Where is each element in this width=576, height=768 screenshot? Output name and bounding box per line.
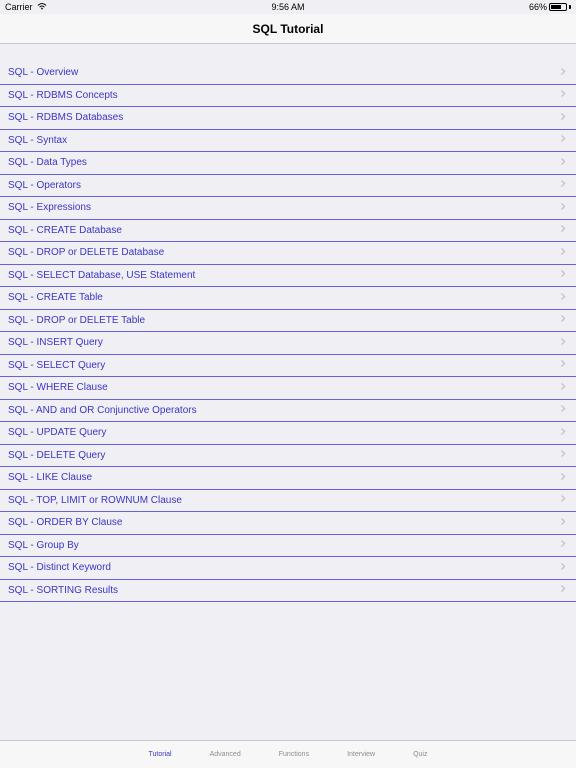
list-item-label: SQL - Expressions [8,202,91,213]
list-item-label: SQL - Distinct Keyword [8,562,111,573]
list-item[interactable]: SQL - Syntax [0,130,576,153]
chevron-right-icon [560,247,566,259]
list-item[interactable]: SQL - ORDER BY Clause [0,512,576,535]
chevron-right-icon [560,449,566,461]
chevron-right-icon [560,314,566,326]
chevron-right-icon [560,562,566,574]
list-item-label: SQL - SELECT Query [8,360,105,371]
list-item[interactable]: SQL - Operators [0,175,576,198]
list-item[interactable]: SQL - TOP, LIMIT or ROWNUM Clause [0,490,576,513]
list-item-label: SQL - Syntax [8,135,67,146]
list-item[interactable]: SQL - SELECT Database, USE Statement [0,265,576,288]
chevron-right-icon [560,224,566,236]
list-item[interactable]: SQL - DROP or DELETE Database [0,242,576,265]
chevron-right-icon [560,517,566,529]
list-item[interactable]: SQL - DELETE Query [0,445,576,468]
list-item-label: SQL - ORDER BY Clause [8,517,122,528]
chevron-right-icon [560,112,566,124]
list-item[interactable]: SQL - Expressions [0,197,576,220]
list-item[interactable]: SQL - Distinct Keyword [0,557,576,580]
nav-bar: SQL Tutorial [0,14,576,44]
list-item-label: SQL - CREATE Table [8,292,103,303]
battery-icon: 66% [529,2,571,12]
topic-list: SQL - Overview SQL - RDBMS Concepts SQL - … [0,44,576,602]
list-item[interactable]: SQL - LIKE Clause [0,467,576,490]
tab-tutorial[interactable]: Tutorial [148,751,171,758]
tab-quiz[interactable]: Quiz [413,751,427,758]
tab-advanced[interactable]: Advanced [210,751,241,758]
chevron-right-icon [560,404,566,416]
chevron-right-icon [560,134,566,146]
chevron-right-icon [560,179,566,191]
list-item-label: SQL - CREATE Database [8,225,122,236]
list-item-label: SQL - LIKE Clause [8,472,92,483]
chevron-right-icon [560,584,566,596]
list-item-label: SQL - INSERT Query [8,337,103,348]
list-item[interactable]: SQL - UPDATE Query [0,422,576,445]
list-item[interactable]: SQL - SELECT Query [0,355,576,378]
chevron-right-icon [560,427,566,439]
page-title: SQL Tutorial [253,22,324,36]
list-item[interactable]: SQL - WHERE Clause [0,377,576,400]
chevron-right-icon [560,337,566,349]
list-item[interactable]: SQL - INSERT Query [0,332,576,355]
list-item[interactable]: SQL - AND and OR Conjunctive Operators [0,400,576,423]
list-item[interactable]: SQL - Overview [0,62,576,85]
chevron-right-icon [560,382,566,394]
chevron-right-icon [560,202,566,214]
status-right: 66% [529,2,571,12]
list-item-label: SQL - TOP, LIMIT or ROWNUM Clause [8,495,182,506]
list-item-label: SQL - WHERE Clause [8,382,108,393]
list-item-label: SQL - DELETE Query [8,450,105,461]
status-left: Carrier [5,2,47,12]
list-item-label: SQL - DROP or DELETE Table [8,315,145,326]
list-item[interactable]: SQL - CREATE Database [0,220,576,243]
list-item-label: SQL - DROP or DELETE Database [8,247,164,258]
list-item-label: SQL - Data Types [8,157,87,168]
chevron-right-icon [560,494,566,506]
carrier-label: Carrier [5,2,33,12]
wifi-icon [37,2,47,12]
chevron-right-icon [560,472,566,484]
list-item[interactable]: SQL - DROP or DELETE Table [0,310,576,333]
chevron-right-icon [560,359,566,371]
list-item-label: SQL - RDBMS Databases [8,112,123,123]
list-item-label: SQL - SORTING Results [8,585,118,596]
status-time: 9:56 AM [271,2,304,12]
tab-functions[interactable]: Functions [279,751,309,758]
list-item[interactable]: SQL - RDBMS Databases [0,107,576,130]
list-item[interactable]: SQL - SORTING Results [0,580,576,603]
status-bar: Carrier 9:56 AM 66% [0,0,576,14]
chevron-right-icon [560,292,566,304]
chevron-right-icon [560,89,566,101]
battery-percent: 66% [529,2,547,12]
chevron-right-icon [560,157,566,169]
list-item-label: SQL - SELECT Database, USE Statement [8,270,195,281]
chevron-right-icon [560,539,566,551]
chevron-right-icon [560,269,566,281]
list-item[interactable]: SQL - RDBMS Concepts [0,85,576,108]
list-item[interactable]: SQL - Data Types [0,152,576,175]
list-item-label: SQL - Group By [8,540,79,551]
list-item-label: SQL - RDBMS Concepts [8,90,118,101]
chevron-right-icon [560,67,566,79]
tab-bar: Tutorial Advanced Functions Interview Quiz [0,740,576,768]
list-item-label: SQL - Operators [8,180,81,191]
list-item-label: SQL - AND and OR Conjunctive Operators [8,405,197,416]
list-item[interactable]: SQL - CREATE Table [0,287,576,310]
list-item-label: SQL - Overview [8,67,78,78]
list-item[interactable]: SQL - Group By [0,535,576,558]
list-item-label: SQL - UPDATE Query [8,427,106,438]
tab-interview[interactable]: Interview [347,751,375,758]
